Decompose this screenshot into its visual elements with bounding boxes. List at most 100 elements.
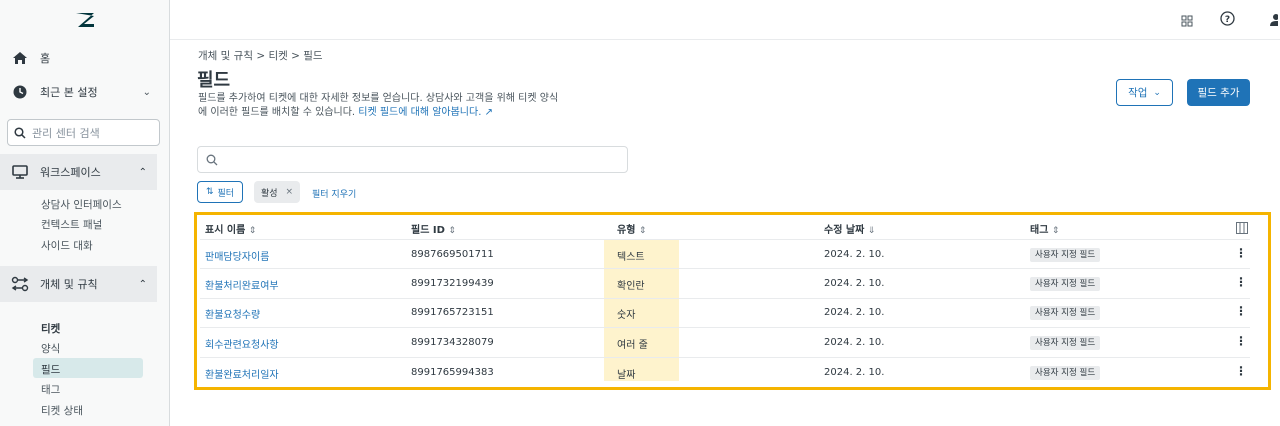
sidebar-item-ticket-status[interactable]: 티켓 상태 bbox=[41, 403, 83, 418]
tickets-section-header: 티켓 bbox=[41, 323, 61, 335]
action-button-label: 작업 bbox=[1128, 87, 1148, 99]
apps-grid-icon[interactable] bbox=[1181, 12, 1193, 31]
field-type: 확인란 bbox=[617, 281, 645, 292]
field-name-link[interactable]: 회수관련요청사항 bbox=[205, 336, 279, 351]
field-modified-date: 2024. 2. 10. bbox=[824, 249, 885, 260]
sort-icon: ⇕ bbox=[448, 226, 456, 236]
top-bar: ? bbox=[170, 0, 1280, 40]
column-header-name-label: 표시 이름 bbox=[205, 225, 246, 236]
add-field-button[interactable]: 필드 추가 bbox=[1187, 79, 1250, 106]
external-link-icon: ↗ bbox=[484, 107, 493, 118]
nav-workspace-label: 워크스페이스 bbox=[40, 166, 101, 179]
field-type: 여러 줄 bbox=[617, 340, 648, 351]
action-button[interactable]: 작업 ⌄ bbox=[1116, 79, 1173, 106]
page-title: 필드 bbox=[197, 70, 231, 91]
zendesk-logo-icon[interactable] bbox=[0, 0, 169, 40]
field-id: 8991734328079 bbox=[411, 337, 494, 348]
sidebar-item-agent-interface[interactable]: 상담사 인터페이스 bbox=[41, 197, 122, 212]
chevron-down-icon: ⌄ bbox=[1153, 87, 1161, 98]
help-icon[interactable]: ? bbox=[1220, 11, 1235, 30]
field-id: 8991765723151 bbox=[411, 307, 494, 318]
column-header-tags[interactable]: 태그 ⇕ bbox=[1030, 221, 1059, 236]
column-header-name[interactable]: 표시 이름 ⇕ bbox=[205, 221, 256, 236]
nav-recent[interactable]: 최근 본 설정 ⌄ bbox=[0, 82, 157, 102]
column-header-id[interactable]: 필드 ID ⇕ bbox=[411, 221, 456, 236]
user-icon[interactable] bbox=[1270, 12, 1279, 31]
sidebar-item-forms[interactable]: 양식 bbox=[41, 341, 60, 356]
row-menu-icon[interactable]: ⋮ bbox=[1235, 334, 1247, 348]
chevron-up-icon: ⌃ bbox=[138, 166, 147, 178]
column-header-type[interactable]: 유형 ⇕ bbox=[617, 221, 646, 236]
field-name-link[interactable]: 환불처리완료여부 bbox=[205, 277, 279, 292]
admin-search-placeholder: 관리 센터 검색 bbox=[32, 126, 100, 140]
sidebar-item-context-panel[interactable]: 컨텍스트 패널 bbox=[41, 217, 102, 232]
nav-objects-rules[interactable]: 개체 및 규칙 ⌃ bbox=[0, 266, 157, 302]
description-line-1: 필드를 추가하여 티켓에 대한 자세한 정보를 얻습니다. 상담사와 고객을 위… bbox=[198, 93, 559, 104]
clock-icon bbox=[0, 85, 40, 99]
search-icon bbox=[14, 126, 26, 139]
field-name-link[interactable]: 환불완료처리일자 bbox=[205, 366, 279, 381]
field-modified-date: 2024. 2. 10. bbox=[824, 367, 885, 378]
learn-more-link[interactable]: 티켓 필드에 대해 알아봅니다. ↗ bbox=[358, 107, 493, 118]
filter-button-label: 필터 bbox=[217, 188, 235, 199]
tag-badge: 사용자 지정 필드 bbox=[1030, 306, 1101, 320]
clear-filters-link[interactable]: 필터 지우기 bbox=[312, 187, 356, 200]
filter-icon: ⇅ bbox=[205, 187, 214, 197]
row-menu-icon[interactable]: ⋮ bbox=[1235, 246, 1247, 260]
field-modified-date: 2024. 2. 10. bbox=[824, 307, 885, 318]
tag-badge: 사용자 지정 필드 bbox=[1030, 336, 1101, 350]
nav-home[interactable]: 홈 bbox=[0, 48, 157, 68]
filter-button[interactable]: ⇅ 필터 bbox=[197, 181, 243, 203]
chevron-up-icon: ⌃ bbox=[138, 278, 147, 290]
sort-icon: ⇕ bbox=[638, 226, 647, 236]
column-header-type-label: 유형 bbox=[617, 225, 636, 236]
field-id: 8987669501711 bbox=[411, 249, 494, 260]
admin-search-input[interactable]: 관리 센터 검색 bbox=[7, 119, 160, 146]
row-menu-icon[interactable]: ⋮ bbox=[1235, 304, 1247, 318]
objects-rules-icon bbox=[0, 276, 40, 292]
sidebar-item-side-conversation[interactable]: 사이드 대화 bbox=[41, 238, 93, 253]
chevron-down-icon: ⌄ bbox=[142, 86, 151, 98]
divider bbox=[200, 298, 1250, 299]
active-filter-chip[interactable]: 활성 × bbox=[254, 181, 300, 203]
sidebar-item-fields[interactable]: 필드 bbox=[41, 362, 60, 377]
active-chip-label: 활성 bbox=[260, 188, 278, 199]
nav-objects-rules-label: 개체 및 규칙 bbox=[40, 278, 98, 291]
field-modified-date: 2024. 2. 10. bbox=[824, 337, 885, 348]
field-name-link[interactable]: 판매담당자이름 bbox=[205, 248, 269, 263]
search-icon bbox=[206, 154, 218, 165]
nav-workspace[interactable]: 워크스페이스 ⌃ bbox=[0, 154, 157, 190]
breadcrumb[interactable]: 개체 및 규칙 > 티켓 > 필드 bbox=[198, 48, 323, 63]
nav-home-label: 홈 bbox=[40, 52, 51, 65]
field-type: 숫자 bbox=[617, 310, 636, 321]
learn-more-label: 티켓 필드에 대해 알아봅니다. bbox=[358, 107, 482, 118]
divider bbox=[200, 268, 1250, 269]
sort-icon: ⇕ bbox=[248, 226, 257, 236]
close-icon[interactable]: × bbox=[286, 187, 294, 197]
field-id: 8991765994383 bbox=[411, 367, 494, 378]
nav-recent-label: 최근 본 설정 bbox=[40, 86, 98, 99]
monitor-icon bbox=[0, 165, 40, 179]
field-id: 8991732199439 bbox=[411, 278, 494, 289]
field-name-link[interactable]: 환불요청수량 bbox=[205, 306, 260, 321]
divider bbox=[200, 327, 1250, 328]
sort-icon: ⇕ bbox=[1051, 226, 1060, 236]
add-field-button-label: 필드 추가 bbox=[1197, 87, 1240, 99]
column-settings-icon[interactable] bbox=[1236, 219, 1248, 238]
field-type: 날짜 bbox=[617, 370, 636, 381]
column-header-tags-label: 태그 bbox=[1030, 225, 1049, 236]
field-modified-date: 2024. 2. 10. bbox=[824, 278, 885, 289]
tag-badge: 사용자 지정 필드 bbox=[1030, 248, 1101, 262]
column-header-modified-label: 수정 날짜 bbox=[824, 225, 865, 236]
divider bbox=[200, 239, 1250, 240]
sort-desc-icon: ⇓ bbox=[867, 226, 876, 236]
field-type: 텍스트 bbox=[617, 252, 645, 263]
table-search-input[interactable] bbox=[197, 146, 628, 173]
column-header-modified[interactable]: 수정 날짜 ⇓ bbox=[824, 221, 875, 236]
sidebar-item-tags[interactable]: 태그 bbox=[41, 382, 60, 397]
tag-badge: 사용자 지정 필드 bbox=[1030, 366, 1101, 380]
row-menu-icon[interactable]: ⋮ bbox=[1235, 275, 1247, 289]
row-menu-icon[interactable]: ⋮ bbox=[1235, 364, 1247, 378]
divider bbox=[200, 357, 1250, 358]
svg-text:?: ? bbox=[1225, 15, 1230, 25]
